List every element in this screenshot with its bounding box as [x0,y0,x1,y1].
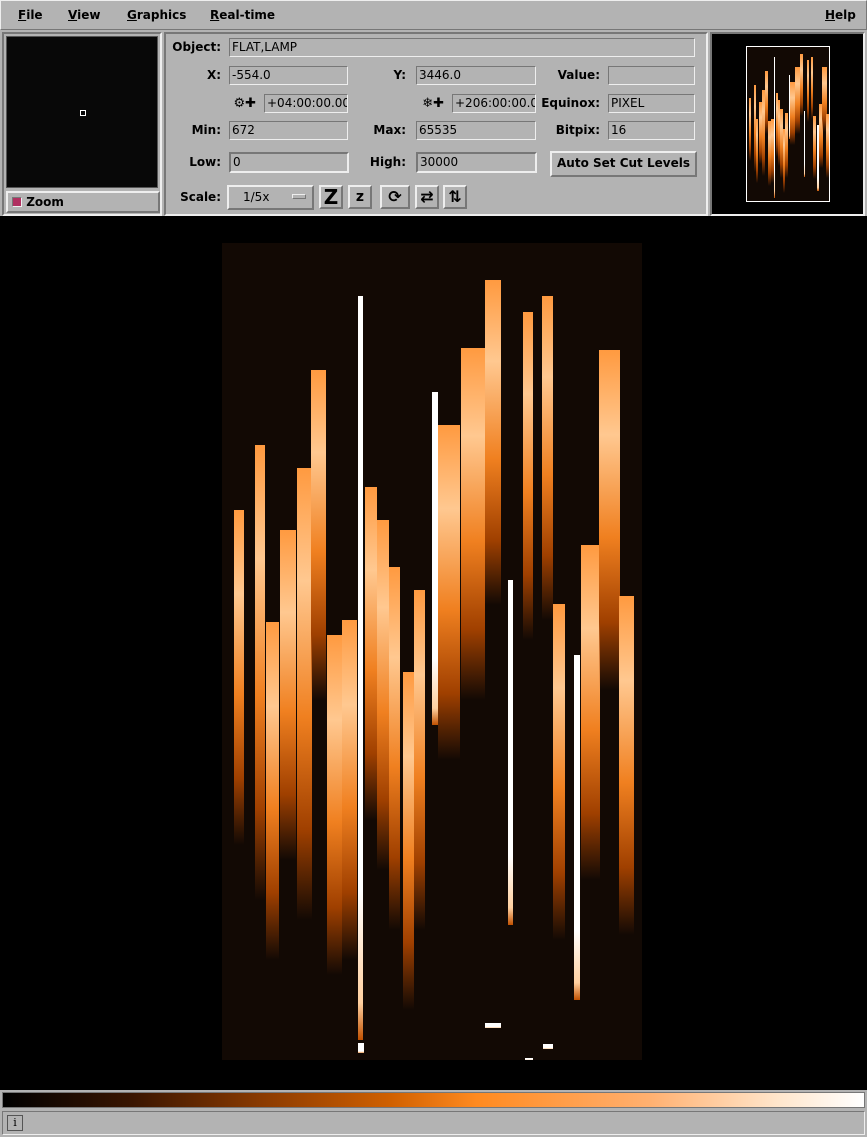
flip-x-icon[interactable]: ⇄ [415,185,439,209]
bitpix-label: Bitpix: [555,123,600,137]
min-field: 672 [229,121,348,140]
pan-streak [799,54,803,116]
spectrum-streak [255,445,265,900]
dec-snowflake-plus-icon: ❄✚ [422,96,444,111]
ra-gear-plus-icon: ⚙✚ [233,96,256,111]
pan-streak [813,115,816,180]
spectrum-streak [234,510,244,845]
spectrum-frame [222,243,642,1060]
spectrum-streak [297,468,312,920]
spectrum-streak [377,520,389,870]
menu-help[interactable]: Help [825,8,856,22]
y-field: 3446.0 [416,66,536,85]
spectrum-streak [438,425,460,760]
dec-field: +206:00:00.00 [452,94,536,113]
status-bar: i [2,1111,865,1135]
spectrum-streak [311,370,326,700]
auto-set-cut-levels-button[interactable]: Auto Set Cut Levels [550,151,697,177]
menu-graphics[interactable]: Graphics [127,8,186,22]
dropdown-indicator-icon [292,194,306,199]
x-label: X: [206,68,221,82]
image-canvas[interactable] [0,216,867,1090]
max-field: 65535 [416,121,536,140]
max-label: Max: [373,123,406,137]
hot-pixel [543,1044,553,1049]
low-label: Low: [189,155,221,169]
object-field: FLAT,LAMP [229,38,695,57]
spectrum-streak [581,545,600,880]
rotate-icon[interactable]: ⟳ [380,185,410,209]
value-label: Value: [557,68,600,82]
colorbar [2,1092,865,1108]
menu-view[interactable]: View [68,8,100,22]
zoom-panel: Zoom [2,32,162,216]
pan-streak [811,57,814,119]
equinox-label: Equinox: [541,96,600,110]
spectrum-streak [599,350,620,690]
spectrum-streak [403,672,414,1010]
min-label: Min: [191,123,221,137]
spectrum-streak [389,567,400,930]
pan-streak [826,114,829,179]
zoom-out-button[interactable]: z [348,185,372,209]
spectrum-streak [485,280,501,605]
scale-label: Scale: [180,190,221,204]
zoom-toggle[interactable]: Zoom [6,191,160,213]
pan-streak [804,111,806,177]
spectrum-streak [542,296,553,620]
value-field [608,66,695,85]
bitpix-field: 16 [608,121,695,140]
spectrum-streak [280,530,296,860]
spectrum-streak [461,348,485,700]
equinox-field: PIXEL [608,94,695,113]
spectrum-streak [365,487,377,820]
menubar: File View Graphics Real-time Help [0,0,867,30]
zoom-checkbox[interactable] [12,197,22,207]
menu-file[interactable]: File [18,8,43,22]
spectrum-streak [619,596,634,935]
pan-streak [749,97,752,162]
y-label: Y: [393,68,406,82]
spectrum-streak [414,590,425,930]
scale-menu[interactable]: 1/5x [227,185,314,210]
spectrum-streak [342,620,357,960]
pan-streak [807,60,810,123]
spectrum-streak [327,635,342,975]
ra-field: +04:00:00.000 [264,94,348,113]
high-label: High: [369,155,406,169]
hot-pixel [485,1023,501,1028]
zoom-in-button[interactable]: Z [319,185,343,209]
spectrum-streak [574,655,580,1000]
high-input[interactable]: 30000 [416,152,537,173]
flip-y-icon[interactable]: ⇅ [443,185,467,209]
object-label: Object: [172,40,221,54]
spectrum-streak [553,604,565,940]
hot-pixel [525,1058,533,1060]
zoom-cursor [80,110,86,116]
x-field: -554.0 [229,66,348,85]
menu-realtime[interactable]: Real-time [210,8,275,22]
pan-streak [785,112,788,178]
pan-view[interactable] [746,46,830,202]
pan-panel [710,32,865,216]
zoom-view [6,36,158,188]
spectrum-streak [508,580,513,925]
spectrum-streak [523,312,533,640]
low-input[interactable]: 0 [229,152,349,173]
hot-pixel [358,1043,364,1053]
spectrum-streak [358,296,363,1040]
spectrum-streak [266,622,279,960]
info-icon: i [7,1115,23,1131]
